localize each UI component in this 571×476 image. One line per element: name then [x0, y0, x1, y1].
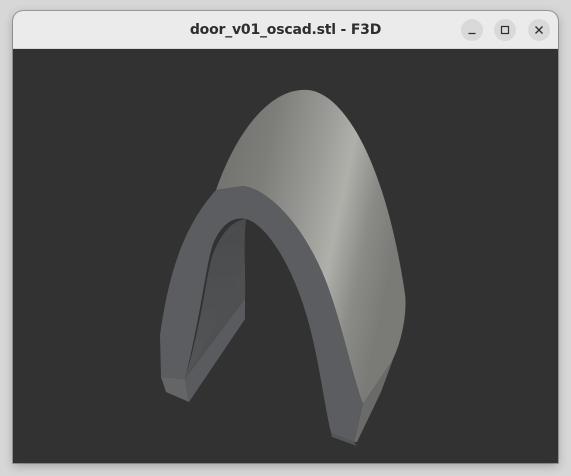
- 3d-viewport[interactable]: [13, 49, 558, 463]
- close-button[interactable]: [528, 19, 550, 41]
- app-window: door_v01_oscad.stl - F3D: [13, 11, 558, 463]
- maximize-icon: [500, 25, 510, 35]
- close-icon: [535, 26, 543, 34]
- maximize-button[interactable]: [494, 19, 516, 41]
- minimize-button[interactable]: [461, 19, 483, 41]
- arch-left-foot: [161, 377, 189, 402]
- title-bar[interactable]: door_v01_oscad.stl - F3D: [13, 11, 558, 49]
- door-model-render: [160, 89, 406, 446]
- minimize-icon: [468, 32, 476, 35]
